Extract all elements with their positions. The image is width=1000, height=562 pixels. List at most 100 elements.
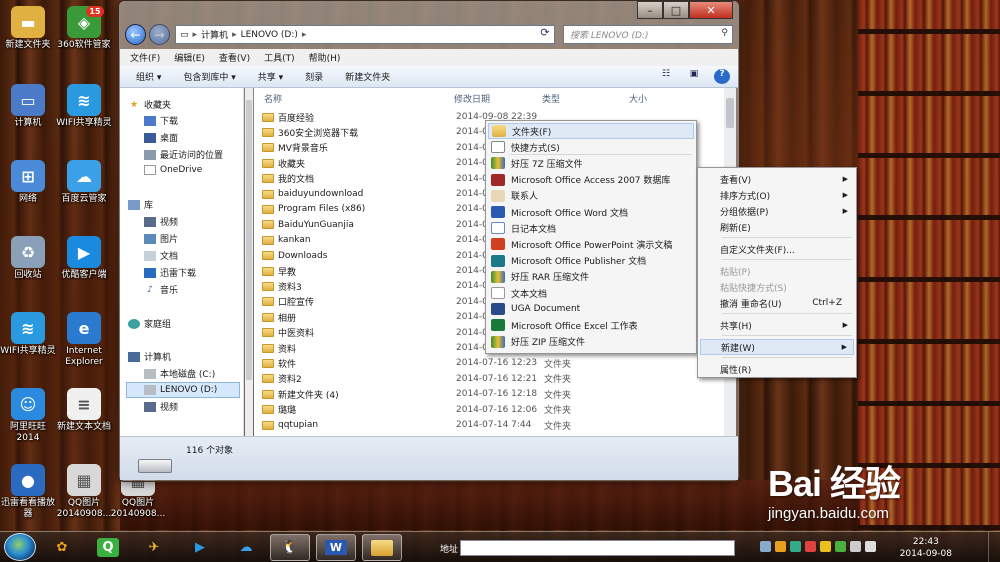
menu-tools[interactable]: 工具(T) [264, 51, 295, 64]
organize-button[interactable]: 组织 ▾ [136, 70, 161, 83]
share-button[interactable]: 共享 ▾ [258, 70, 283, 83]
menu-view[interactable]: 查看(V) [219, 51, 250, 64]
column-type-header[interactable]: 类型 [542, 92, 560, 105]
file-row[interactable]: 璐璐 2014-07-16 12:06 文件夹 [262, 403, 571, 417]
new-menu-item[interactable]: 文本文档 [488, 285, 694, 301]
nav-onedrive[interactable]: OneDrive [144, 165, 202, 175]
tray-icon[interactable] [775, 541, 786, 552]
nav-recent-places[interactable]: 最近访问的位置 [144, 148, 223, 161]
forward-button[interactable]: → [149, 24, 170, 45]
nav-xunlei-downloads[interactable]: 迅雷下载 [144, 266, 196, 279]
context-menu-item[interactable]: 共享(H) ▶ [700, 317, 854, 333]
qq-icon[interactable]: 🐧 [270, 534, 310, 561]
nav-videos[interactable]: 视频 [144, 215, 178, 228]
column-date-header[interactable]: 修改日期 [454, 92, 490, 105]
context-menu-item[interactable]: 排序方式(O) ▶ [700, 187, 854, 203]
search-input[interactable]: 搜索 LENOVO (D:) ⚲ [563, 25, 733, 44]
preview-pane-icon[interactable]: ▣ [686, 69, 702, 84]
context-menu-item[interactable]: 撤消 重命名(U) Ctrl+Z [700, 295, 854, 311]
volume-icon[interactable] [865, 541, 876, 552]
word-icon[interactable]: W [316, 534, 356, 561]
desktop-shortcut[interactable]: e Internet Explorer [56, 312, 112, 368]
refresh-icon[interactable]: ⟳ [537, 26, 553, 42]
new-menu-item[interactable]: Microsoft Office Access 2007 数据库 [488, 172, 694, 188]
maximize-button[interactable]: □ [663, 1, 689, 19]
desktop-shortcut[interactable]: ▦QQ图片20140908... [56, 464, 112, 520]
nav-local-disk-c[interactable]: 本地磁盘 (C:) [144, 367, 215, 380]
column-size-header[interactable]: 大小 [629, 92, 647, 105]
new-menu-item[interactable]: 日记本文档 [488, 220, 694, 236]
taskbar-address-input[interactable] [460, 540, 735, 556]
search-icon[interactable]: ⚲ [721, 28, 728, 38]
nav-computer[interactable]: 计算机 [128, 350, 171, 363]
context-menu-item[interactable]: 粘贴快捷方式(S) [700, 279, 854, 295]
desktop-shortcut[interactable]: ⊞ 网络 [0, 160, 56, 205]
show-desktop-button[interactable] [988, 532, 1000, 562]
new-menu-item[interactable]: Microsoft Office Publisher 文档 [488, 253, 694, 269]
new-menu-item[interactable]: 好压 ZIP 压缩文件 [488, 334, 694, 350]
close-button[interactable]: ✕ [689, 1, 733, 19]
desktop-shortcut[interactable]: ◈ 15 360软件管家 [56, 5, 112, 51]
menu-edit[interactable]: 编辑(E) [174, 51, 205, 64]
context-menu-item[interactable]: 自定义文件夹(F)... [700, 241, 854, 257]
menu-help[interactable]: 帮助(H) [309, 51, 341, 64]
youku-icon[interactable]: ▶ [180, 534, 220, 561]
burn-button[interactable]: 刻录 [305, 70, 323, 83]
desktop-shortcut[interactable]: ≋ WIFI共享精灵 [0, 312, 56, 357]
nav-downloads[interactable]: 下载 [144, 114, 178, 127]
nav-pictures[interactable]: 图片 [144, 232, 178, 245]
new-menu-item[interactable]: 联系人 [488, 188, 694, 204]
breadcrumb-computer[interactable]: 计算机 [201, 28, 228, 41]
nav-libraries[interactable]: 库 [128, 198, 153, 211]
desktop-shortcut[interactable]: ≡ 新建文本文档 [56, 388, 112, 433]
explorer-taskbar-icon[interactable] [362, 534, 402, 561]
new-folder-button[interactable]: 新建文件夹 [345, 70, 390, 83]
xunlei-icon[interactable]: ✈ [134, 534, 174, 561]
desktop-shortcut[interactable]: ▭ 计算机 [0, 84, 56, 129]
new-menu-item[interactable]: 文件夹(F) [488, 123, 694, 139]
nav-music[interactable]: ♪ 音乐 [144, 283, 178, 297]
back-button[interactable]: ← [125, 24, 146, 45]
context-menu-item[interactable]: 属性(R) [700, 361, 854, 377]
context-menu-item[interactable]: 查看(V) ▶ [700, 171, 854, 187]
desktop-shortcut[interactable]: ▶ 优酷客户端 [56, 236, 112, 281]
new-menu-item[interactable]: Microsoft Office Excel 工作表 [488, 317, 694, 333]
new-menu-item[interactable]: UGA Document [488, 301, 694, 317]
search-app-icon[interactable]: Q [88, 534, 128, 561]
context-menu-item[interactable]: 粘贴(P) [700, 263, 854, 279]
tray-icon[interactable] [760, 541, 771, 552]
minimize-button[interactable]: – [637, 1, 663, 19]
tray-icon[interactable] [820, 541, 831, 552]
nav-favorites[interactable]: ★ 收藏夹 [128, 98, 171, 112]
nav-homegroup[interactable]: 家庭组 [128, 317, 171, 330]
menu-file[interactable]: 文件(F) [130, 51, 160, 64]
360-icon[interactable]: ✿ [42, 534, 82, 561]
column-name-header[interactable]: 名称 [264, 92, 282, 105]
tray-icon[interactable] [835, 541, 846, 552]
desktop-shortcut[interactable]: ☁ 百度云管家 [56, 160, 112, 205]
file-row[interactable]: 软件 2014-07-16 12:23 文件夹 [262, 356, 571, 370]
breadcrumb-drive[interactable]: LENOVO (D:) [241, 30, 298, 40]
include-in-library-button[interactable]: 包含到库中 ▾ [183, 70, 235, 83]
nav-desktop[interactable]: 桌面 [144, 131, 178, 144]
nav-documents[interactable]: 文档 [144, 249, 178, 262]
context-menu-item[interactable]: 新建(W) ▶ [700, 339, 854, 355]
desktop-shortcut[interactable]: ● 迅雷看看播放器 [0, 464, 56, 520]
file-row[interactable]: qqtupian 2014-07-14 7:44 文件夹 [262, 418, 571, 432]
nav-scrollbar[interactable] [245, 88, 253, 436]
new-menu-item[interactable]: 快捷方式(S) [488, 139, 694, 155]
desktop-shortcut[interactable]: ♻ 回收站 [0, 236, 56, 281]
new-menu-item[interactable]: Microsoft Office PowerPoint 演示文稿 [488, 236, 694, 252]
clock[interactable]: 22:43 2014-09-08 [900, 536, 952, 560]
desktop-shortcut[interactable]: ☺ 阿里旺旺2014 [0, 388, 56, 444]
tray-icon[interactable] [790, 541, 801, 552]
file-row[interactable]: 新建文件夹 (4) 2014-07-16 12:18 文件夹 [262, 387, 571, 401]
file-row[interactable]: 资料2 2014-07-16 12:21 文件夹 [262, 372, 571, 386]
nav-lenovo-d[interactable]: LENOVO (D:) [126, 382, 240, 398]
context-menu-item[interactable]: 刷新(E) [700, 219, 854, 235]
baidu-cloud-icon[interactable]: ☁ [226, 534, 266, 561]
desktop-shortcut[interactable]: ≋ WIFI共享精灵 [56, 84, 112, 129]
network-status-icon[interactable] [850, 541, 861, 552]
context-menu-item[interactable]: 分组依据(P) ▶ [700, 203, 854, 219]
tray-icon[interactable] [805, 541, 816, 552]
